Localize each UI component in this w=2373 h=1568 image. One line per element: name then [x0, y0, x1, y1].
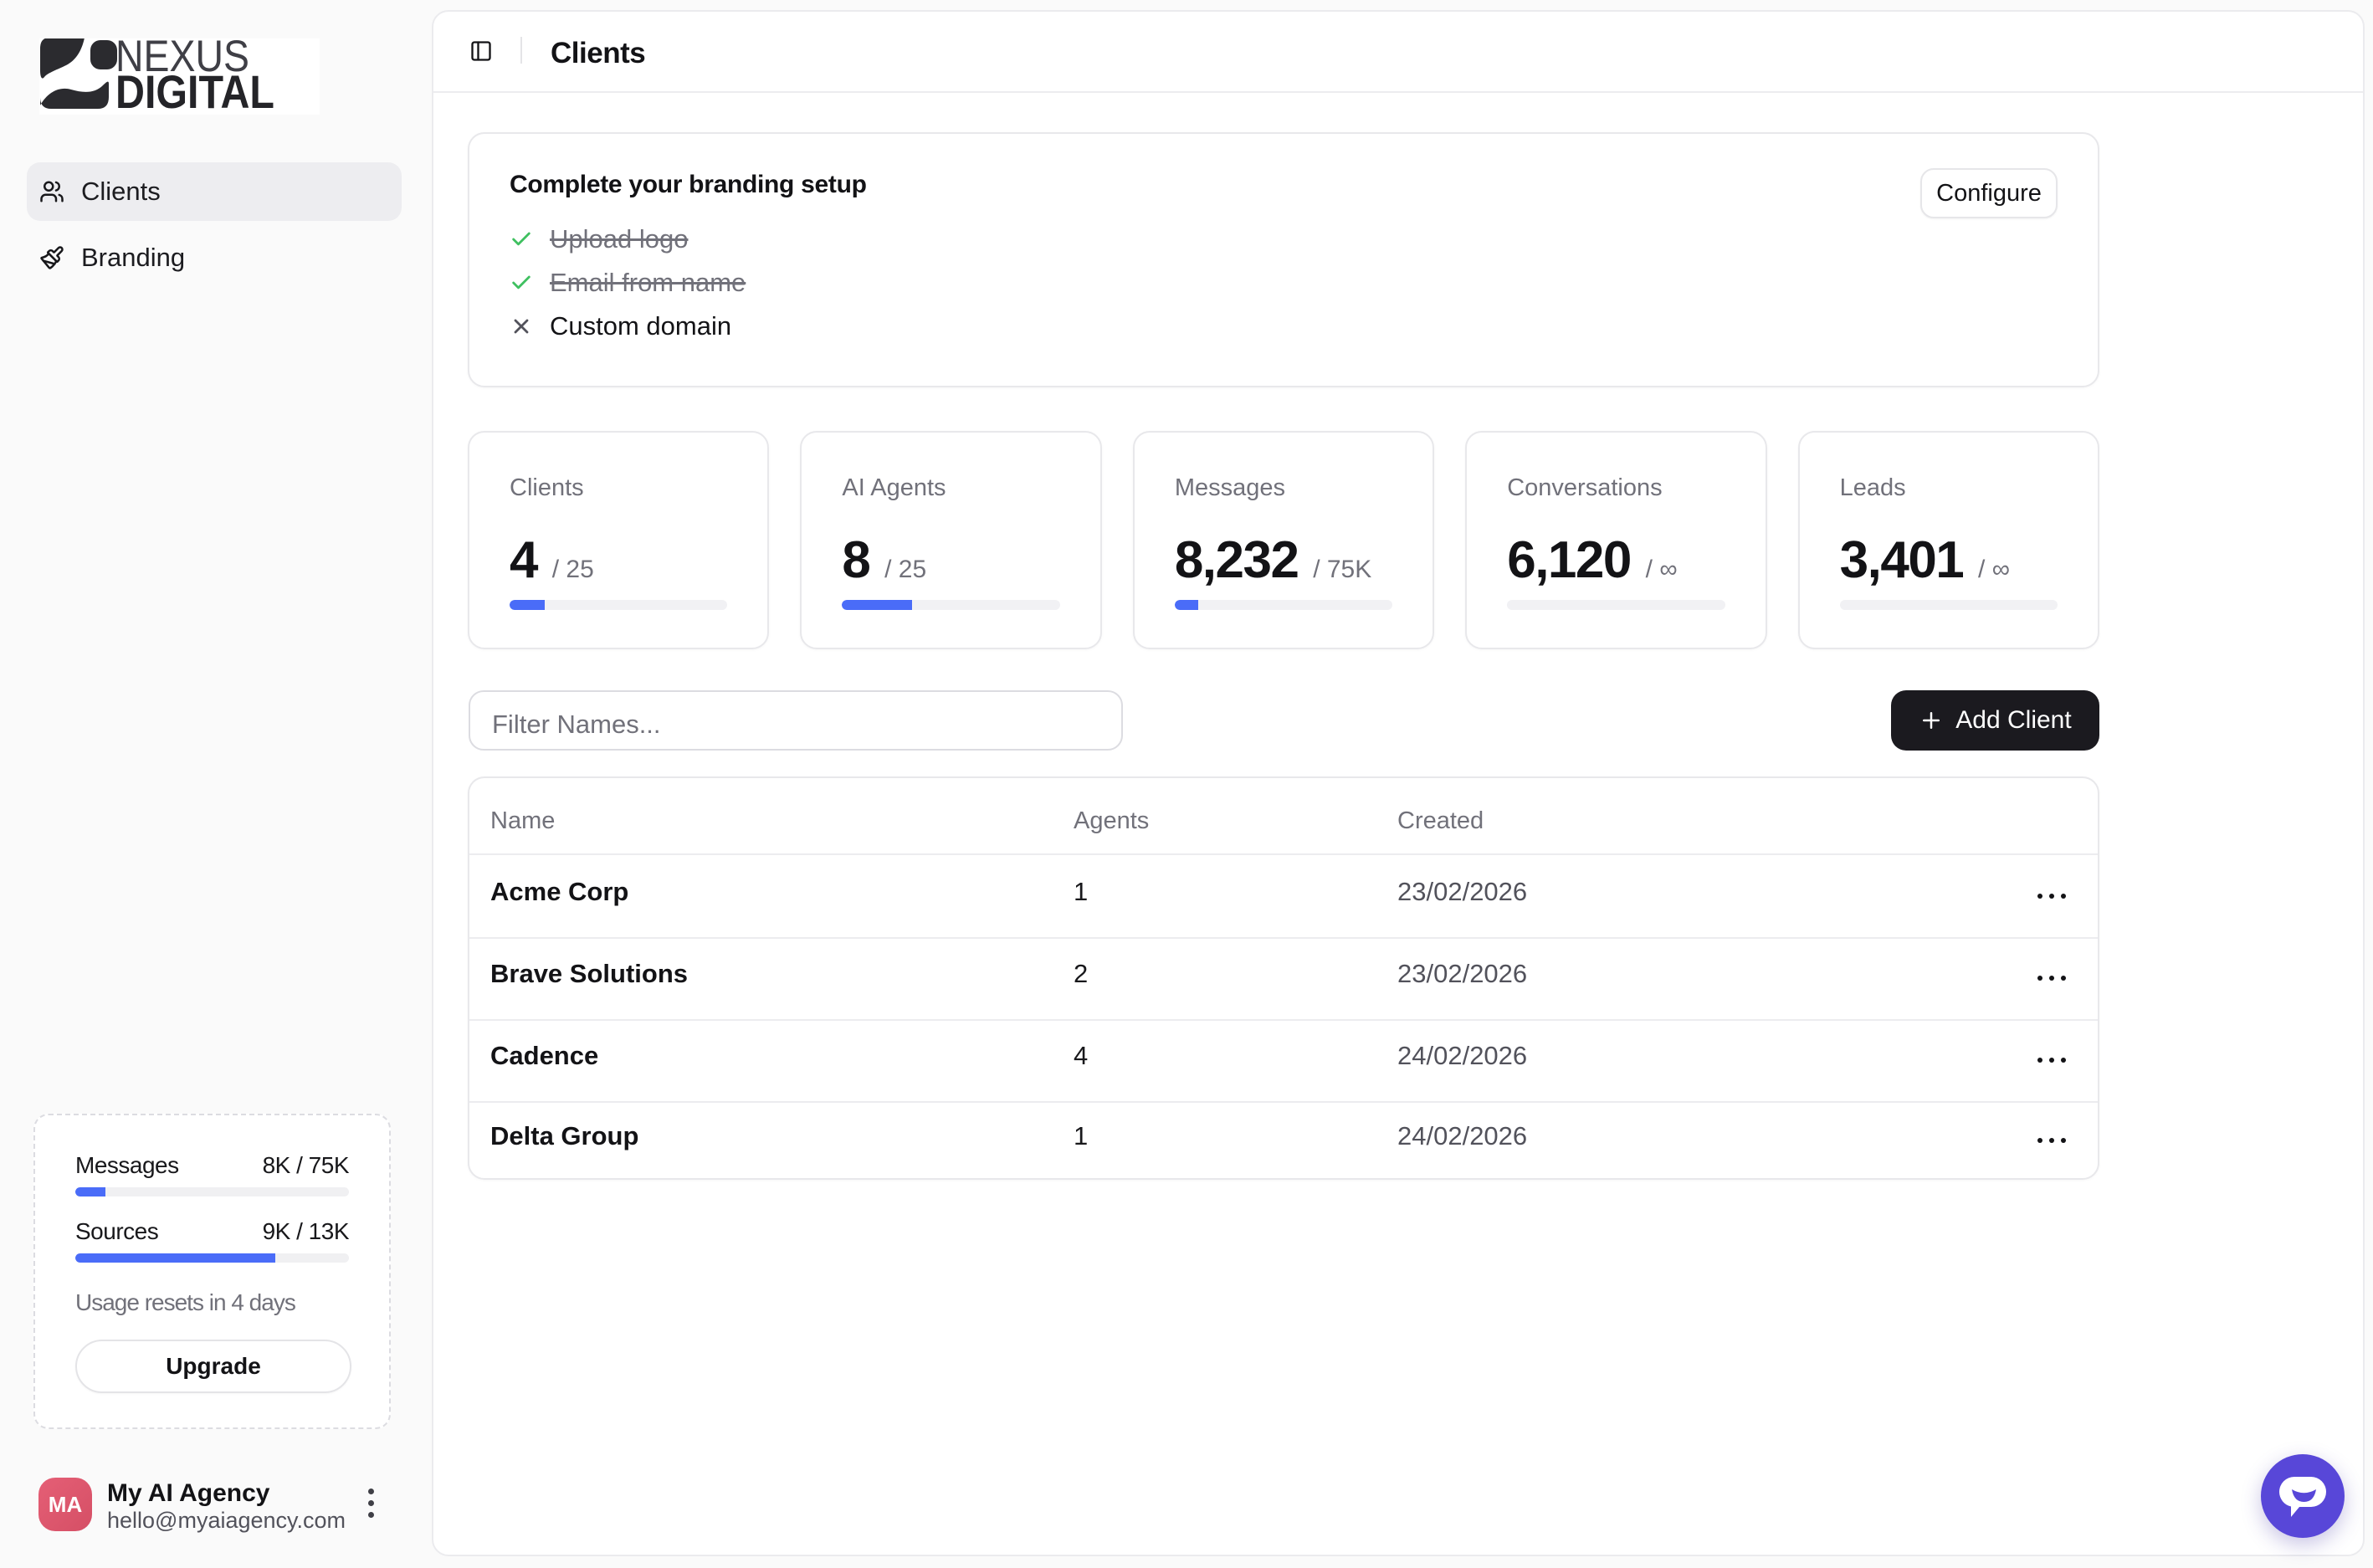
svg-text:DIGITAL: DIGITAL: [115, 65, 274, 115]
